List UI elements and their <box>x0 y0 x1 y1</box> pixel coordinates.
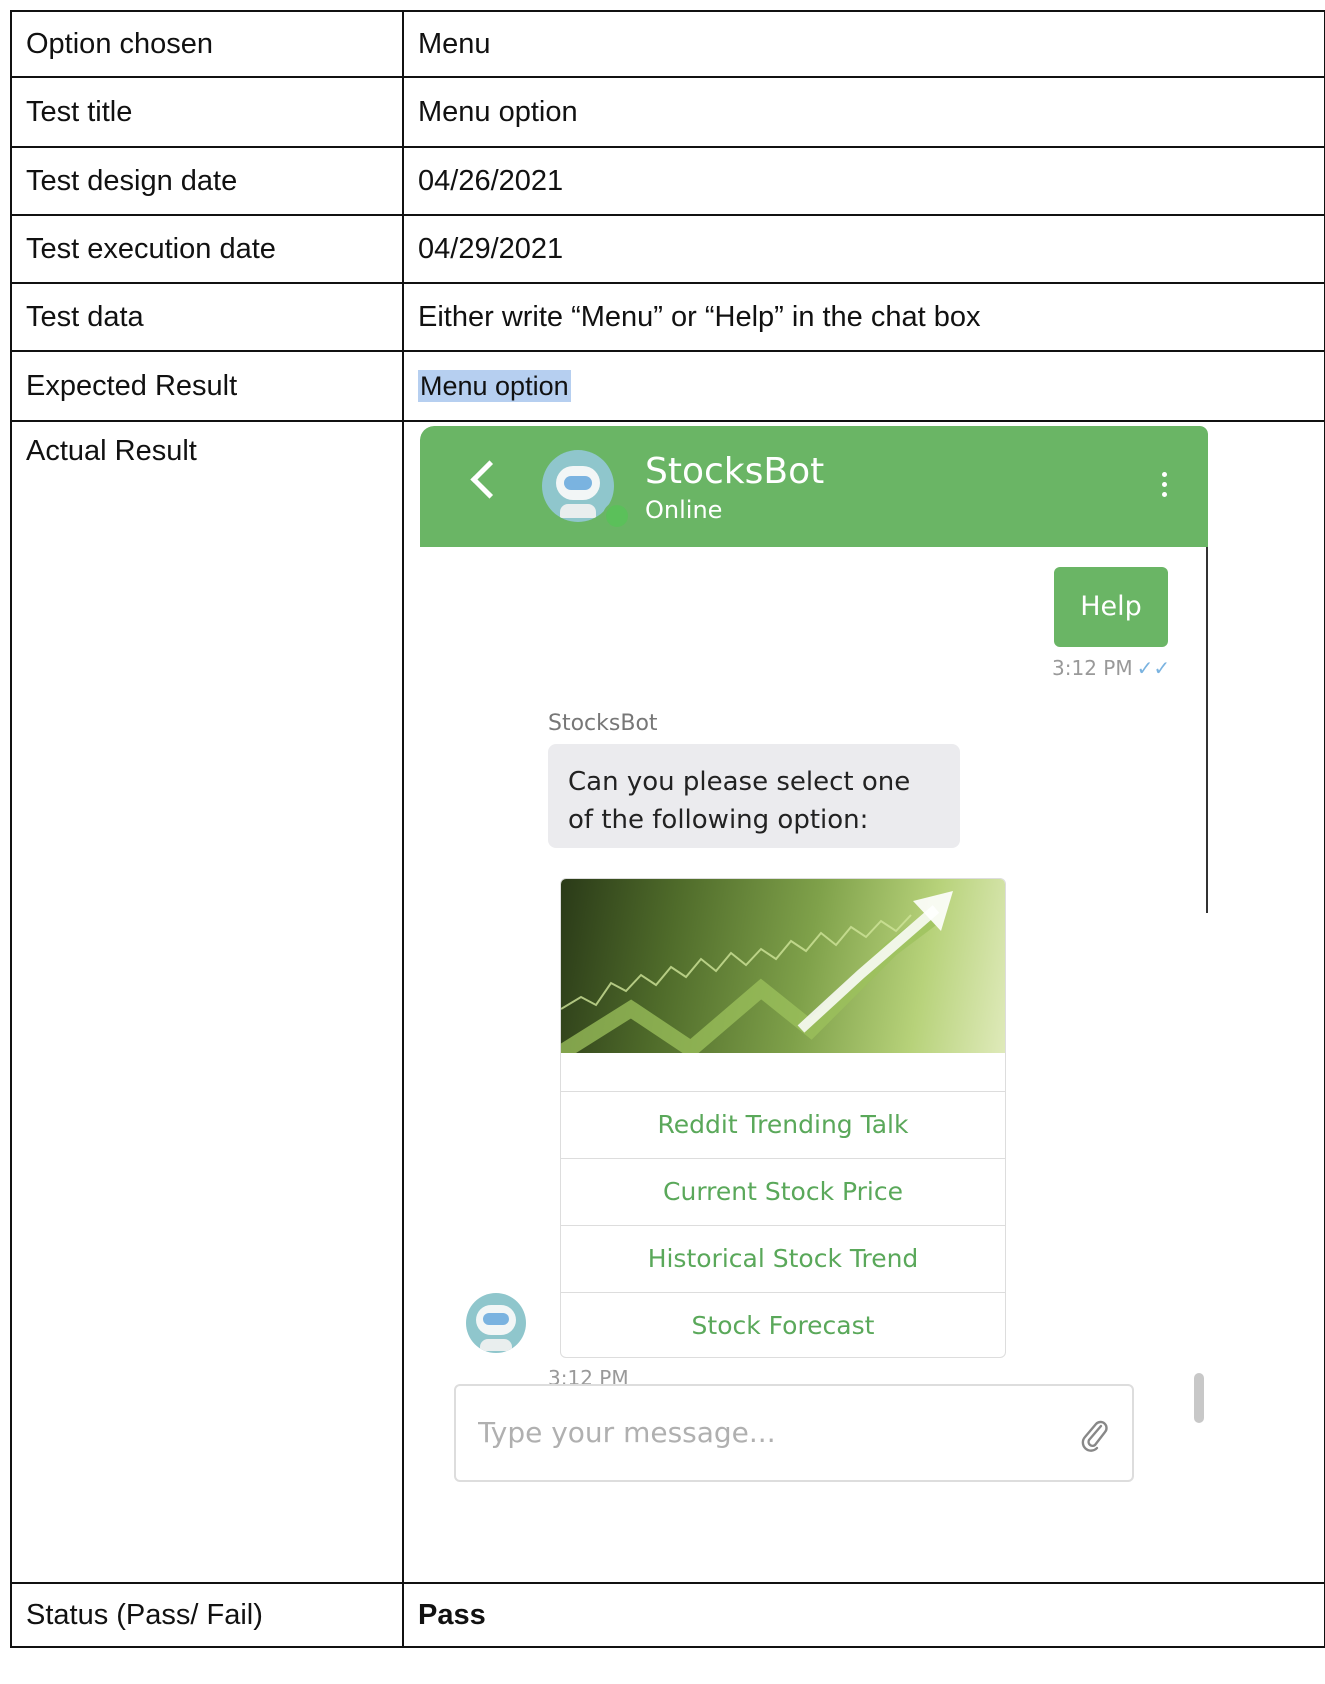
label-expected-result: Expected Result <box>10 350 404 422</box>
label-status: Status (Pass/ Fail) <box>10 1582 404 1648</box>
bot-status: Online <box>645 496 723 524</box>
row-test-data: Test data Either write “Menu” or “Help” … <box>10 282 1325 352</box>
test-case-table: Option chosen Menu Test title Menu optio… <box>10 10 1325 1648</box>
user-time-text: 3:12 PM <box>1052 656 1133 680</box>
sender-name: StocksBot <box>548 711 658 736</box>
option-historical-stock-trend[interactable]: Historical Stock Trend <box>561 1226 1005 1293</box>
value-test-title: Menu option <box>402 76 1325 148</box>
kebab-menu-icon[interactable] <box>1162 472 1167 502</box>
scrollbar-thumb[interactable] <box>1194 1373 1204 1423</box>
message-input[interactable] <box>476 1406 1040 1458</box>
value-test-design-date: 04/26/2021 <box>402 146 1325 216</box>
label-test-title: Test title <box>10 76 404 148</box>
label-test-design-date: Test design date <box>10 146 404 216</box>
value-expected-result: Menu option <box>418 369 571 402</box>
chevron-left-icon[interactable] <box>470 460 509 499</box>
row-test-execution-date: Test execution date 04/29/2021 <box>10 214 1325 284</box>
online-status-dot <box>603 502 631 530</box>
bot-avatar-small <box>466 1293 526 1353</box>
value-status: Pass <box>402 1582 1325 1648</box>
bot-name: StocksBot <box>645 451 825 492</box>
label-actual-result: Actual Result <box>10 420 404 1584</box>
message-input-box <box>454 1384 1134 1482</box>
option-stock-forecast[interactable]: Stock Forecast <box>561 1293 1005 1357</box>
row-actual-result: Actual Result StocksBot Online Help 3:12… <box>10 420 1325 1584</box>
option-current-stock-price[interactable]: Current Stock Price <box>561 1159 1005 1226</box>
user-message-time: 3:12 PM ✓✓ <box>1052 656 1170 680</box>
row-status: Status (Pass/ Fail) Pass <box>10 1582 1325 1648</box>
paperclip-icon[interactable] <box>1080 1418 1110 1452</box>
row-test-design-date: Test design date 04/26/2021 <box>10 146 1325 216</box>
value-test-execution-date: 04/29/2021 <box>402 214 1325 284</box>
label-option-chosen: Option chosen <box>10 10 404 78</box>
stock-chart-image <box>561 879 1005 1053</box>
value-option-chosen: Menu <box>402 10 1325 78</box>
user-message-bubble: Help <box>1054 567 1168 647</box>
label-test-data: Test data <box>10 282 404 352</box>
option-reddit-trending-talk[interactable]: Reddit Trending Talk <box>561 1092 1005 1159</box>
chat-header: StocksBot Online <box>420 426 1208 547</box>
value-test-data: Either write “Menu” or “Help” in the cha… <box>402 282 1325 352</box>
bot-message-bubble: Can you please select one of the followi… <box>548 744 960 848</box>
scrollbar-track <box>1206 547 1208 913</box>
row-test-title: Test title Menu option <box>10 76 1325 148</box>
label-test-execution-date: Test execution date <box>10 214 404 284</box>
chat-window: StocksBot Online Help 3:12 PM ✓✓ StocksBo… <box>420 426 1208 1571</box>
double-check-icon: ✓✓ <box>1136 656 1171 680</box>
actual-result-screenshot-cell: StocksBot Online Help 3:12 PM ✓✓ StocksBo… <box>402 420 1325 1584</box>
menu-options-card: Reddit Trending Talk Current Stock Price… <box>560 878 1006 1358</box>
row-expected-result: Expected Result Menu option <box>10 350 1325 422</box>
row-option-chosen: Option chosen Menu <box>10 10 1325 78</box>
